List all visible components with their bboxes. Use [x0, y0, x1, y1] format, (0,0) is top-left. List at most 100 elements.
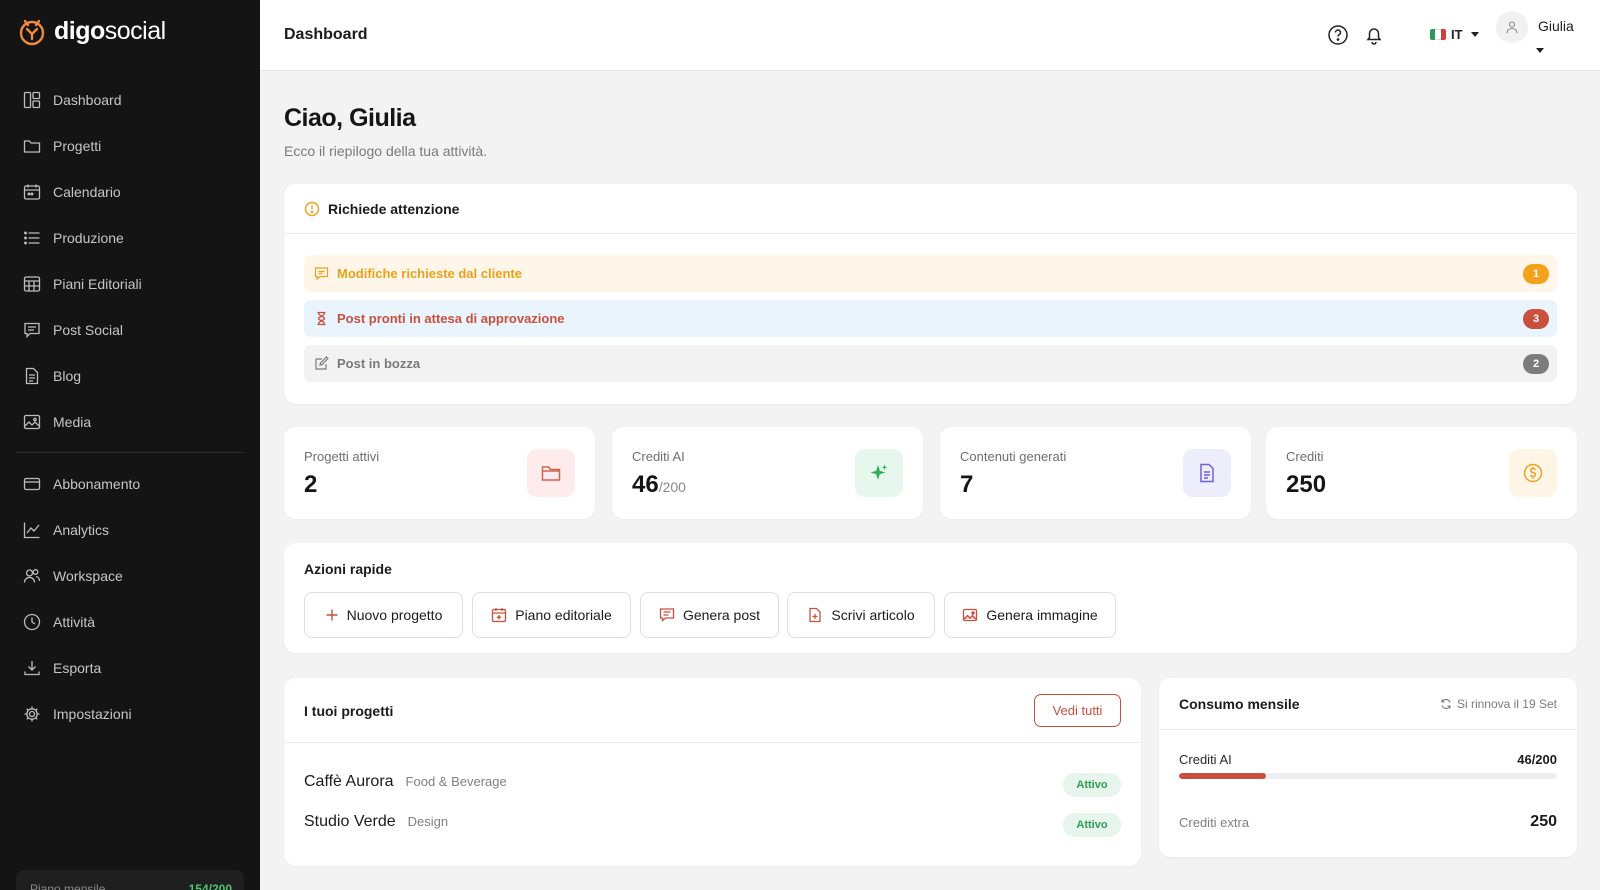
- app-logo[interactable]: digosocial: [16, 14, 166, 48]
- stat-label: Crediti: [1286, 449, 1324, 464]
- projects-header: I tuoi progetti Vedi tutti: [284, 678, 1141, 743]
- user-name: Giulia: [1538, 18, 1574, 34]
- sidebar-item-media[interactable]: Media: [0, 399, 260, 445]
- comment-icon: [314, 267, 329, 281]
- edit-icon: [315, 356, 329, 370]
- plus-icon: [326, 609, 338, 621]
- sidebar-item-subscription[interactable]: Abbonamento: [0, 461, 260, 507]
- sidebar-item-dashboard[interactable]: Dashboard: [0, 77, 260, 123]
- language-selector[interactable]: IT: [1430, 27, 1479, 42]
- stat-value: 46/200: [632, 471, 686, 498]
- alert-circle-icon: [304, 201, 320, 216]
- stat-label: Progetti attivi: [304, 449, 380, 464]
- usage-header: Consumo mensile Si rinnova il 19 Set: [1159, 678, 1577, 730]
- italy-flag-icon: [1430, 29, 1446, 40]
- extra-credits-row: Crediti extra 250: [1179, 813, 1557, 831]
- attention-card: Richiede attenzione Modifiche richieste …: [284, 184, 1577, 404]
- sidebar-item-projects[interactable]: Progetti: [0, 123, 260, 169]
- user-icon: [1506, 21, 1518, 34]
- plan-usage-box: Piano mensile 154/200: [16, 870, 244, 890]
- sidebar-item-export[interactable]: Esporta: [0, 645, 260, 691]
- sidebar-item-label: Calendario: [53, 184, 121, 200]
- help-icon[interactable]: [1327, 24, 1349, 46]
- stat-card-generated-content: Contenuti generati 7: [940, 427, 1251, 519]
- editorial-plan-button[interactable]: Piano editoriale: [472, 592, 631, 638]
- bell-icon[interactable]: [1363, 24, 1385, 46]
- avatar: [1496, 11, 1528, 43]
- sidebar-item-editorial-plans[interactable]: Piani Editoriali: [0, 261, 260, 307]
- sidebar-item-analytics[interactable]: Analytics: [0, 507, 260, 553]
- sidebar-item-blog[interactable]: Blog: [0, 353, 260, 399]
- hourglass-icon: [317, 311, 326, 326]
- see-all-button[interactable]: Vedi tutti: [1034, 694, 1121, 727]
- document-plus-icon: [809, 607, 822, 623]
- project-name: Studio Verde: [304, 813, 396, 830]
- stat-value: 250: [1286, 471, 1327, 498]
- sidebar-item-label: Media: [53, 414, 92, 430]
- projects-title: I tuoi progetti: [304, 703, 394, 719]
- sidebar-nav: Dashboard Progetti Calendario Produzione…: [0, 77, 260, 737]
- ai-credits-progress: [1179, 773, 1557, 779]
- ai-credits-value: 46/200: [1517, 752, 1557, 767]
- list-item[interactable]: Studio Verde Design Attivo: [304, 813, 1121, 839]
- sidebar-item-settings[interactable]: Impostazioni: [0, 691, 260, 737]
- plan-label: Piano mensile: [30, 882, 106, 890]
- app-name: digosocial: [54, 16, 166, 45]
- quick-actions-title: Azioni rapide: [304, 561, 392, 577]
- count-badge: 1: [1523, 264, 1549, 284]
- sidebar-item-label: Abbonamento: [53, 476, 141, 492]
- project-category: Design: [407, 814, 449, 829]
- sidebar-item-social-posts[interactable]: Post Social: [0, 307, 260, 353]
- sparkle-icon: [855, 449, 903, 497]
- stat-card-ai-credits: Crediti AI 46/200: [612, 427, 923, 519]
- coin-icon: [1509, 449, 1557, 497]
- sidebar-item-activity[interactable]: Attività: [0, 599, 260, 645]
- chat-icon: [659, 608, 675, 622]
- sidebar-item-workspace[interactable]: Workspace: [0, 553, 260, 599]
- stat-value: 7: [960, 471, 974, 498]
- sidebar: digosocial Dashboard Progetti Calendario…: [0, 0, 260, 890]
- sidebar-item-label: Blog: [53, 368, 82, 384]
- folder-icon: [527, 449, 575, 497]
- folder-icon: [23, 140, 41, 153]
- renewal-info: Si rinnova il 19 Set: [1440, 697, 1557, 711]
- sidebar-item-calendar[interactable]: Calendario: [0, 169, 260, 215]
- user-menu[interactable]: Giulia: [1496, 8, 1596, 64]
- language-code: IT: [1451, 27, 1463, 42]
- grid-calendar-icon: [23, 276, 41, 292]
- list-item[interactable]: Caffè Aurora Food & Beverage Attivo: [304, 773, 1121, 799]
- alert-pending-approval[interactable]: Post pronti in attesa di approvazione 3: [304, 300, 1557, 337]
- document-icon: [1183, 449, 1231, 497]
- greeting-title: Ciao, Giulia: [284, 104, 416, 132]
- write-article-button[interactable]: Scrivi articolo: [787, 592, 935, 638]
- extra-credits-value: 250: [1530, 813, 1557, 830]
- alert-label: Modifiche richieste dal cliente: [337, 266, 522, 281]
- sidebar-item-production[interactable]: Produzione: [0, 215, 260, 261]
- logo-icon: [19, 19, 45, 46]
- alert-drafts[interactable]: Post in bozza 2: [304, 345, 1557, 382]
- generate-image-button[interactable]: Genera immagine: [944, 592, 1116, 638]
- image-icon: [23, 414, 41, 430]
- sidebar-item-label: Esporta: [53, 660, 102, 676]
- stat-value: 2: [304, 471, 318, 498]
- chat-icon: [24, 322, 40, 339]
- stat-label: Contenuti generati: [960, 449, 1067, 464]
- refresh-icon: [1441, 699, 1451, 709]
- ai-credits-row: Crediti AI 46/200: [1179, 752, 1557, 767]
- alert-client-changes[interactable]: Modifiche richieste dal cliente 1: [304, 255, 1557, 292]
- image-icon: [963, 608, 978, 622]
- calendar-plus-icon: [492, 608, 507, 623]
- sidebar-item-label: Dashboard: [53, 92, 122, 108]
- users-icon: [23, 569, 41, 583]
- status-badge: Attivo: [1063, 813, 1121, 837]
- sidebar-item-label: Produzione: [53, 230, 124, 246]
- stat-card-active-projects: Progetti attivi 2: [284, 427, 595, 519]
- new-project-button[interactable]: Nuovo progetto: [304, 592, 463, 638]
- stat-card-credits: Crediti 250: [1266, 427, 1577, 519]
- sidebar-item-label: Progetti: [53, 138, 102, 154]
- sidebar-item-label: Piani Editoriali: [53, 276, 142, 292]
- generate-post-button[interactable]: Genera post: [640, 592, 779, 638]
- project-category: Food & Beverage: [405, 774, 507, 789]
- quick-actions-card: Azioni rapide Nuovo progetto Piano edito…: [284, 543, 1577, 653]
- count-badge: 2: [1523, 354, 1549, 374]
